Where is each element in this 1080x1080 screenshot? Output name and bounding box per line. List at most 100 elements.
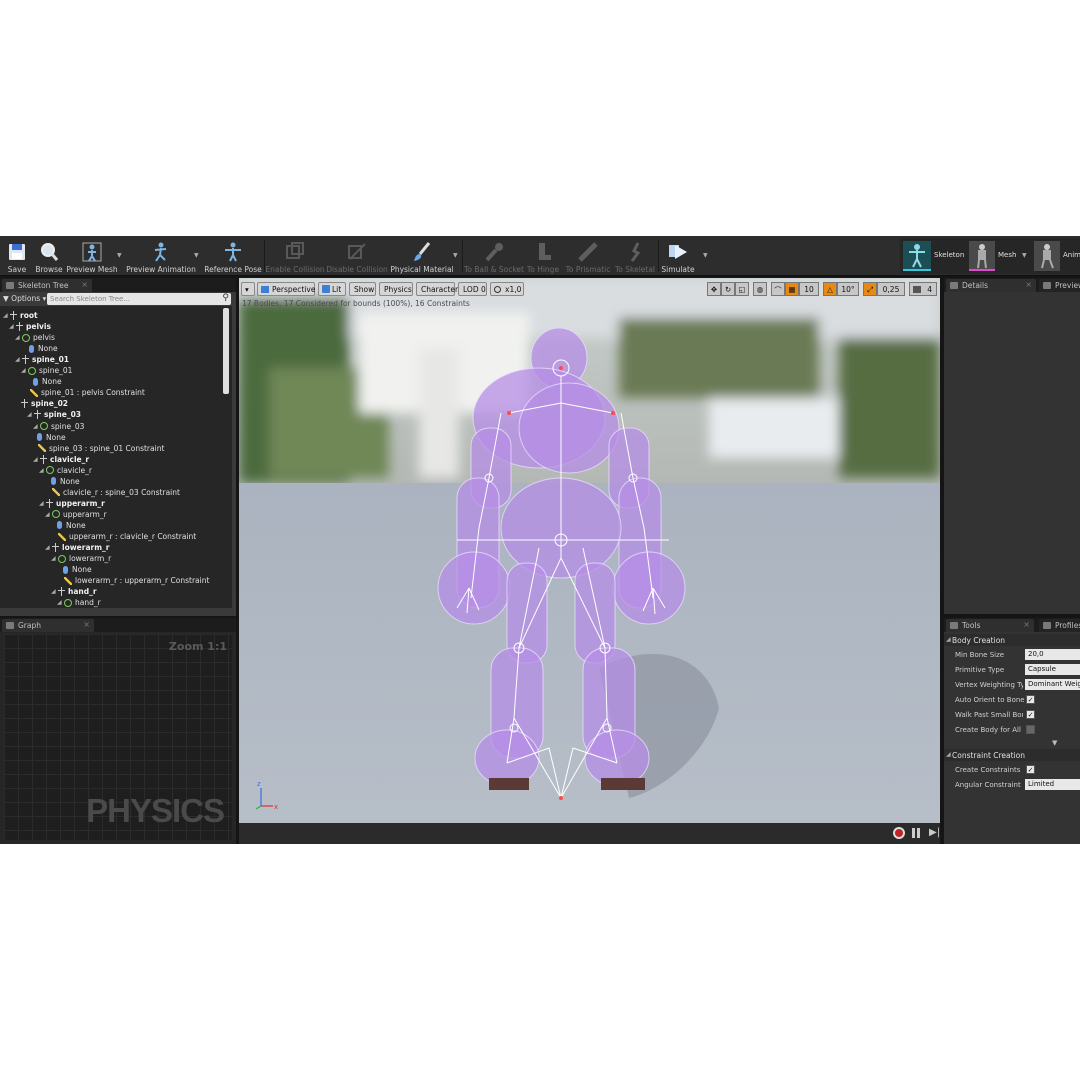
browse-button[interactable]: Browse	[34, 238, 64, 274]
tree-row-constraint[interactable]: spine_03 : spine_01 Constraint	[38, 443, 164, 454]
constraint-creation-header[interactable]: ◢ Constraint Creation	[944, 749, 1080, 761]
tree-row-body[interactable]: ◢ clavicle_r	[39, 465, 92, 476]
tree-row-bone[interactable]: spine_02	[21, 398, 68, 409]
mesh-mode-thumb[interactable]	[969, 241, 995, 271]
close-icon[interactable]: ×	[81, 280, 88, 289]
show-button[interactable]: Show	[349, 282, 376, 296]
expand-arrow-icon[interactable]: ◢	[45, 544, 52, 551]
mesh-mode-label[interactable]: Mesh	[998, 251, 1016, 259]
expand-arrow-icon[interactable]: ◢	[33, 423, 40, 430]
tree-row-shape[interactable]: None	[63, 564, 92, 575]
expand-arrow-icon[interactable]: ◢	[15, 356, 22, 363]
expand-arrow-icon[interactable]: ◢	[21, 367, 28, 374]
lit-button[interactable]: Lit	[318, 282, 346, 296]
simulate-dropdown-icon[interactable]: ▼	[703, 252, 708, 259]
disable-collision-button[interactable]: Disable Collision	[326, 238, 388, 274]
lod-button[interactable]: LOD 0	[458, 282, 487, 296]
tab-skeleton-tree[interactable]: Skeleton Tree ×	[2, 279, 92, 292]
create-all-checkbox[interactable]	[1026, 725, 1035, 734]
options-dropdown[interactable]: ▼ Options ▾	[3, 294, 46, 303]
expand-arrow-icon[interactable]: ◢	[33, 456, 40, 463]
tree-row-body[interactable]: ◢ hand_r	[57, 597, 101, 608]
expand-arrow-icon[interactable]: ◢	[51, 555, 58, 562]
graph-canvas[interactable]: Zoom 1:1 PHYSICS	[4, 634, 232, 840]
tree-row-shape[interactable]: None	[29, 343, 58, 354]
save-button[interactable]: Save	[2, 238, 32, 274]
tab-profiles[interactable]: Profiles	[1039, 619, 1080, 632]
expand-arrow-icon[interactable]: ◢	[39, 467, 46, 474]
translate-icon[interactable]: ✥	[707, 282, 721, 296]
physical-material-dropdown-icon[interactable]: ▼	[453, 252, 458, 259]
expand-arrow-icon[interactable]: ◢	[27, 411, 34, 418]
search-icon[interactable]: ⚲	[222, 293, 229, 303]
close-icon[interactable]: ×	[83, 620, 90, 629]
preview-mesh-dropdown-icon[interactable]: ▼	[117, 252, 122, 259]
viewport[interactable]: z x ▾ Perspective Lit Show Physics Chara…	[239, 278, 940, 844]
expand-arrow-icon[interactable]: ◢	[15, 334, 22, 341]
animation-mode-thumb[interactable]	[1034, 241, 1060, 271]
tree-row-shape[interactable]: None	[33, 376, 62, 387]
tree-row-constraint[interactable]: lowerarm_r : upperarm_r Constraint	[64, 575, 209, 586]
skeleton-mode-label[interactable]: Skeleton	[934, 251, 964, 259]
pause-icon[interactable]	[912, 828, 915, 838]
expand-arrow-icon[interactable]: ◢	[39, 500, 46, 507]
tree-row-shape[interactable]: None	[37, 432, 66, 443]
scale-snap-value[interactable]: 0,25	[877, 282, 905, 296]
tab-graph[interactable]: Graph ×	[2, 619, 94, 632]
expand-arrow-icon[interactable]: ◢	[51, 588, 58, 595]
animation-mode-label[interactable]: Anim	[1063, 251, 1080, 259]
to-prismatic-button[interactable]: To Prismatic	[564, 238, 612, 274]
body-creation-header[interactable]: ◢ Body Creation	[944, 634, 1080, 646]
tree-row-bone[interactable]: ◢ lowerarm_r	[45, 542, 109, 553]
record-icon[interactable]	[893, 827, 905, 839]
scale-snap-icon[interactable]: ⤢	[863, 282, 877, 296]
expand-arrow-icon[interactable]: ◢	[57, 599, 64, 606]
mesh-mode-dropdown-icon[interactable]: ▼	[1022, 252, 1027, 259]
tab-tools[interactable]: Tools ×	[946, 619, 1034, 632]
perspective-button[interactable]: Perspective	[257, 282, 315, 296]
expand-advanced-icon[interactable]: ▼	[1052, 739, 1057, 747]
expand-arrow-icon[interactable]: ◢	[45, 511, 52, 518]
step-forward-icon[interactable]: ▶|	[929, 827, 940, 838]
expand-arrow-icon[interactable]: ◢	[9, 323, 16, 330]
close-icon[interactable]: ×	[1025, 280, 1032, 289]
tree-row-body[interactable]: ◢ pelvis	[15, 332, 55, 343]
to-ball-socket-button[interactable]: To Ball & Socket	[464, 238, 524, 274]
camera-speed-button[interactable]: 4	[909, 282, 937, 296]
enable-collision-button[interactable]: Enable Collision	[265, 238, 325, 274]
tab-preview[interactable]: Preview	[1039, 279, 1080, 292]
tree-row-body[interactable]: ◢ spine_03	[33, 421, 84, 432]
walk-past-checkbox[interactable]: ✓	[1026, 710, 1035, 719]
rotation-snap-value[interactable]: 10°	[837, 282, 859, 296]
tree-row-body[interactable]: ◢ upperarm_r	[45, 509, 107, 520]
tree-row-constraint[interactable]: upperarm_r : clavicle_r Constraint	[58, 531, 196, 542]
scale-icon[interactable]: ◱	[735, 282, 749, 296]
rotate-icon[interactable]: ↻	[721, 282, 735, 296]
tree-row-bone[interactable]: ◢ pelvis	[9, 321, 51, 332]
skeleton-search-input[interactable]: Search Skeleton Tree... ⚲	[47, 293, 231, 305]
tree-row-body[interactable]: ◢ spine_01	[21, 365, 72, 376]
character-button[interactable]: Character	[416, 282, 458, 296]
tree-row-bone[interactable]: ◢ spine_03	[27, 409, 81, 420]
to-hinge-button[interactable]: To Hinge	[524, 238, 562, 274]
tree-row-shape[interactable]: None	[57, 520, 86, 531]
tree-row-bone[interactable]: ◢ root	[3, 310, 38, 321]
tab-details[interactable]: Details ×	[946, 279, 1036, 292]
simulate-button[interactable]: Simulate	[660, 238, 696, 274]
close-icon[interactable]: ×	[1023, 620, 1030, 629]
physics-button[interactable]: Physics	[379, 282, 413, 296]
angular-mode-select[interactable]: Limited	[1025, 779, 1080, 790]
tree-row-constraint[interactable]: spine_01 : pelvis Constraint	[30, 387, 145, 398]
tree-row-bone[interactable]: ◢ upperarm_r	[39, 498, 105, 509]
grid-snap-value[interactable]: 10	[799, 282, 819, 296]
skeleton-mode-thumb[interactable]	[903, 241, 931, 271]
reference-pose-button[interactable]: Reference Pose	[204, 238, 262, 274]
physical-material-button[interactable]: Physical Material	[390, 238, 454, 274]
to-skeletal-button[interactable]: To Skeletal	[614, 238, 656, 274]
primitive-type-select[interactable]: Capsule	[1025, 664, 1080, 675]
grid-snap-icon[interactable]: ▦	[785, 282, 799, 296]
auto-orient-checkbox[interactable]: ✓	[1026, 695, 1035, 704]
tree-row-bone[interactable]: ◢ hand_r	[51, 586, 97, 597]
min-bone-size-field[interactable]: 20,0	[1025, 649, 1080, 660]
create-constraints-checkbox[interactable]: ✓	[1026, 765, 1035, 774]
